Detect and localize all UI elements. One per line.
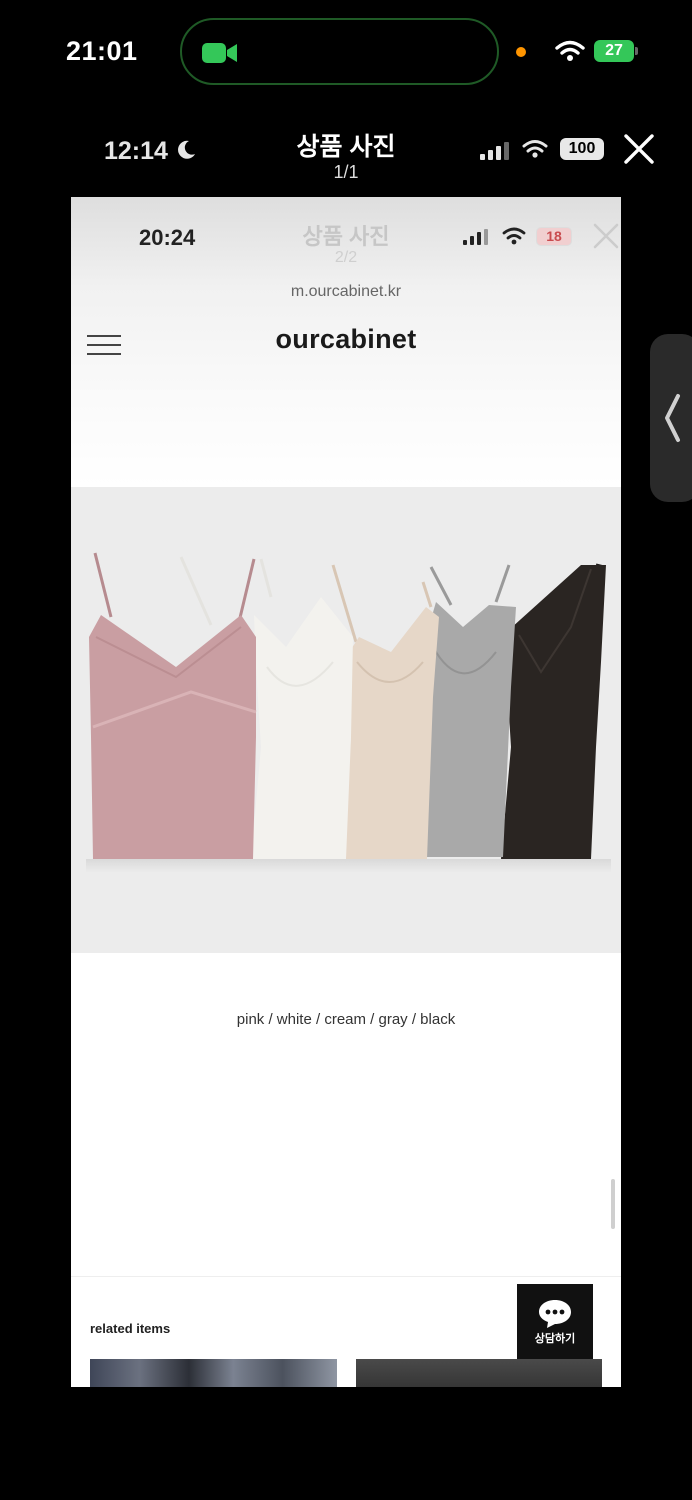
outer-status-bar: 21:01 27: [0, 0, 692, 100]
url-text: m.ourcabinet.kr: [290, 283, 402, 300]
facetime-video-icon: [202, 43, 237, 63]
status-time: 21:01: [66, 36, 138, 66]
close-icon: [593, 223, 619, 249]
signal-icon: [480, 142, 509, 160]
side-panel-handle[interactable]: [650, 334, 692, 502]
chat-label: 상담하기: [534, 1333, 576, 1345]
screenshot-header: 20:24 상품 사진 2/2 18 m.ourcabinet.kr ourca…: [71, 197, 621, 487]
wifi-icon: [502, 227, 526, 245]
scrollbar[interactable]: [611, 1179, 615, 1229]
camisole-product-image: [71, 487, 621, 953]
chat-bubble-icon: [539, 1300, 571, 1328]
battery-level: 27: [594, 40, 634, 62]
battery-icon: 27: [594, 40, 638, 62]
wifi-icon: [522, 140, 548, 158]
recording-indicator: [516, 47, 526, 57]
site-logo: ourcabinet: [275, 324, 417, 354]
chevron-left-icon: [665, 394, 680, 442]
camisole-illustration: [86, 552, 611, 873]
related-item-thumbnail: [90, 1359, 337, 1387]
product-photo[interactable]: 20:24 상품 사진 2/2 18 m.ourcabinet.kr ourca…: [71, 197, 621, 1387]
related-items-heading: related items: [90, 1321, 171, 1336]
dynamic-island[interactable]: [180, 18, 499, 85]
low-battery-icon: 18: [536, 227, 572, 246]
color-options-caption: pink / white / cream / gray / black: [236, 1011, 456, 1028]
signal-icon: [463, 229, 488, 245]
wifi-icon: [555, 40, 585, 61]
close-icon[interactable]: [620, 130, 658, 168]
consult-chat-button: 상담하기: [517, 1284, 593, 1360]
camisole-pink: [89, 552, 257, 859]
battery-nub: [635, 47, 638, 55]
related-item-thumbnail: [356, 1359, 602, 1387]
section-divider: [71, 1276, 621, 1277]
battery-icon: 100: [560, 138, 604, 160]
inner-page-count: 2/2: [334, 249, 358, 266]
camisole-gray: [423, 564, 516, 857]
viewer-page-count: 1/1: [333, 162, 359, 182]
viewer-header: 12:14 상품 사진 1/1 100: [0, 120, 692, 190]
